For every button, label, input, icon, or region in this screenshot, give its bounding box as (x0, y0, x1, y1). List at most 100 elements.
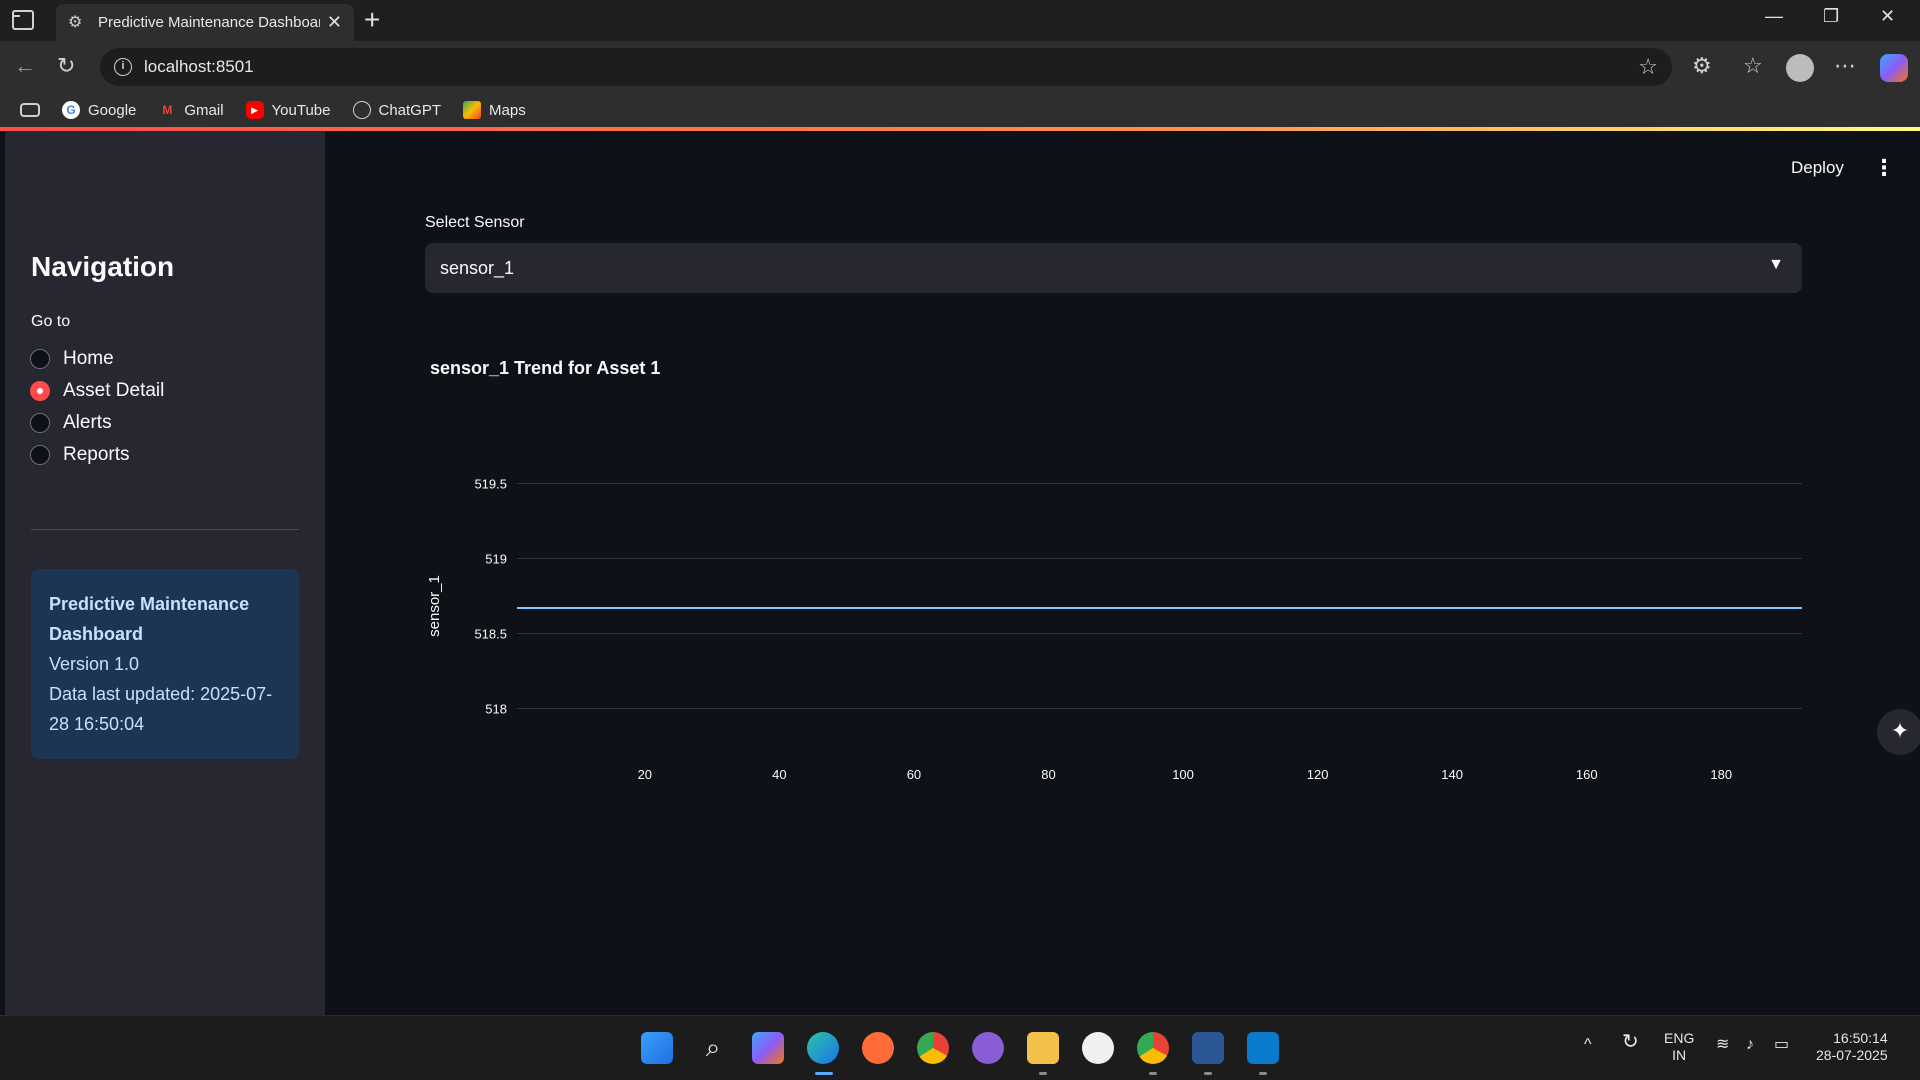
radio-home[interactable]: Home (30, 348, 114, 370)
radio-reports[interactable]: Reports (30, 444, 130, 466)
chevron-up-icon[interactable]: ^ (1584, 1036, 1592, 1053)
battery-icon[interactable]: ▭ (1774, 1036, 1789, 1053)
info-version: Version 1.0 (49, 654, 140, 674)
language-indicator[interactable]: ENG IN (1664, 1030, 1694, 1064)
bookmark-maps[interactable]: Maps (463, 101, 526, 119)
favorites-icon[interactable]: ☆ (1743, 53, 1763, 79)
back-icon[interactable]: ← (14, 53, 36, 79)
chevron-down-icon[interactable]: ▼ (1768, 256, 1784, 274)
more-icon[interactable]: ⋯ (1834, 53, 1856, 79)
copilot-icon[interactable] (1880, 54, 1908, 82)
word-icon[interactable] (1192, 1032, 1224, 1064)
start-icon[interactable] (641, 1032, 673, 1064)
region-code: IN (1672, 1047, 1687, 1063)
deploy-button[interactable]: Deploy (1791, 158, 1844, 178)
minimize-icon[interactable]: — (1765, 6, 1783, 27)
bookmark-label: ChatGPT (378, 101, 442, 119)
bookmark-label: Gmail (184, 101, 224, 119)
radio-circle[interactable] (30, 413, 50, 433)
maximize-icon[interactable]: ❐ (1823, 6, 1839, 27)
radio-label: Home (63, 348, 114, 369)
tab-title: Predictive Maintenance Dashboar (98, 14, 320, 31)
new-tab-icon[interactable]: + (364, 4, 380, 36)
radio-alerts[interactable]: Alerts (30, 412, 112, 434)
radio-label: Alerts (63, 412, 112, 433)
tab-actions-icon[interactable] (12, 10, 34, 30)
radio-circle-selected[interactable] (30, 381, 50, 401)
chatgpt-icon (352, 101, 371, 119)
close-icon[interactable]: ✕ (327, 12, 342, 33)
sidebar-title: Navigation (31, 251, 175, 282)
x-tick-label: 180 (1710, 767, 1732, 782)
extensions-icon[interactable]: ⚙ (1692, 53, 1712, 79)
google-icon: G (62, 101, 80, 119)
postman-icon[interactable] (862, 1032, 894, 1064)
sparkle-icon[interactable]: ✦ (1877, 709, 1920, 755)
chrome-profile-icon[interactable] (1137, 1032, 1169, 1064)
clock[interactable]: 16:50:14 28-07-2025 (1816, 1030, 1888, 1064)
bookmark-label: YouTube (271, 101, 331, 119)
info-icon[interactable]: i (114, 58, 132, 76)
sensor-select[interactable]: sensor_1 ▼ (425, 243, 1802, 293)
y-axis-ticks: 518 518.5 519 519.5 (474, 477, 507, 717)
radio-asset-detail[interactable]: Asset Detail (30, 380, 164, 402)
refresh-icon[interactable]: ↻ (57, 53, 75, 79)
x-axis-label: cycle (1147, 800, 1184, 801)
url-field[interactable]: i localhost:8501 ☆ (100, 48, 1672, 86)
mongodb-icon[interactable] (1082, 1032, 1114, 1064)
x-axis-ticks: 20 40 60 80 100 120 140 160 180 (638, 767, 1733, 782)
star-icon[interactable]: ☆ (1638, 54, 1658, 80)
bookmark-youtube[interactable]: ▶ YouTube (245, 101, 331, 119)
browser-tab[interactable]: ⚙ Predictive Maintenance Dashboar ✕ (56, 4, 354, 41)
open-indicator (1259, 1072, 1267, 1075)
youtube-icon: ▶ (245, 101, 264, 119)
volume-icon[interactable]: ♪ (1746, 1036, 1754, 1053)
github-icon[interactable] (972, 1032, 1004, 1064)
clock-date: 28-07-2025 (1816, 1047, 1888, 1063)
sync-icon[interactable]: ↻ (1622, 1032, 1639, 1052)
copilot-taskbar-icon[interactable] (752, 1032, 784, 1064)
radio-circle[interactable] (30, 445, 50, 465)
open-indicator (1039, 1072, 1047, 1075)
browser-titlebar: ⚙ Predictive Maintenance Dashboar ✕ + — … (0, 0, 1920, 41)
wifi-icon[interactable]: ≋ (1716, 1036, 1729, 1053)
profile-avatar[interactable] (1786, 54, 1814, 82)
language-code: ENG (1664, 1030, 1695, 1046)
info-app-name: Predictive Maintenance Dashboard (49, 594, 250, 644)
sidebar: Navigation Go to Home Asset Detail Alert… (5, 131, 325, 1015)
bookmarks-menu-icon[interactable] (20, 103, 40, 117)
bookmark-chatgpt[interactable]: ChatGPT (352, 101, 442, 119)
select-label: Select Sensor (425, 214, 525, 231)
streamlit-app: Navigation Go to Home Asset Detail Alert… (5, 131, 1920, 1015)
main-menu-icon[interactable]: ⋮ (1873, 155, 1895, 181)
radio-label: Reports (63, 444, 130, 465)
line-chart[interactable]: 518 518.5 519 519.5 20 40 60 80 100 120 140 160 180… (425, 381, 1805, 801)
open-indicator (1204, 1072, 1212, 1075)
bookmark-label: Google (88, 101, 137, 119)
bookmark-gmail[interactable]: M Gmail (158, 101, 223, 119)
vscode-icon[interactable] (1247, 1032, 1279, 1064)
info-box: Predictive Maintenance Dashboard Version… (31, 569, 299, 759)
active-indicator (815, 1072, 833, 1075)
chart-grid (517, 483, 1802, 709)
bookmark-google[interactable]: G Google (62, 101, 136, 119)
open-indicator (1149, 1072, 1157, 1075)
search-icon[interactable]: ⌕ (697, 1032, 729, 1064)
x-tick-label: 60 (907, 767, 921, 782)
maps-icon (463, 101, 482, 119)
taskbar: ⌕ ^ ↻ ENG IN ≋ ♪ ▭ 16:50:14 28-07-2025 (0, 1015, 1920, 1080)
radio-group-label: Go to (31, 313, 71, 330)
edge-icon[interactable] (807, 1032, 839, 1064)
gmail-icon: M (162, 103, 173, 117)
radio-circle[interactable] (30, 349, 50, 369)
select-value: sensor_1 (440, 257, 515, 278)
x-tick-label: 140 (1441, 767, 1463, 782)
sidebar-divider (31, 529, 299, 530)
x-tick-label: 40 (772, 767, 786, 782)
url-text: localhost:8501 (144, 57, 254, 76)
chrome-icon[interactable] (917, 1032, 949, 1064)
window-close-icon[interactable]: ✕ (1880, 6, 1895, 27)
clock-time: 16:50:14 (1833, 1030, 1888, 1046)
file-explorer-icon[interactable] (1027, 1032, 1059, 1064)
chart-title: sensor_1 Trend for Asset 1 (430, 358, 661, 378)
